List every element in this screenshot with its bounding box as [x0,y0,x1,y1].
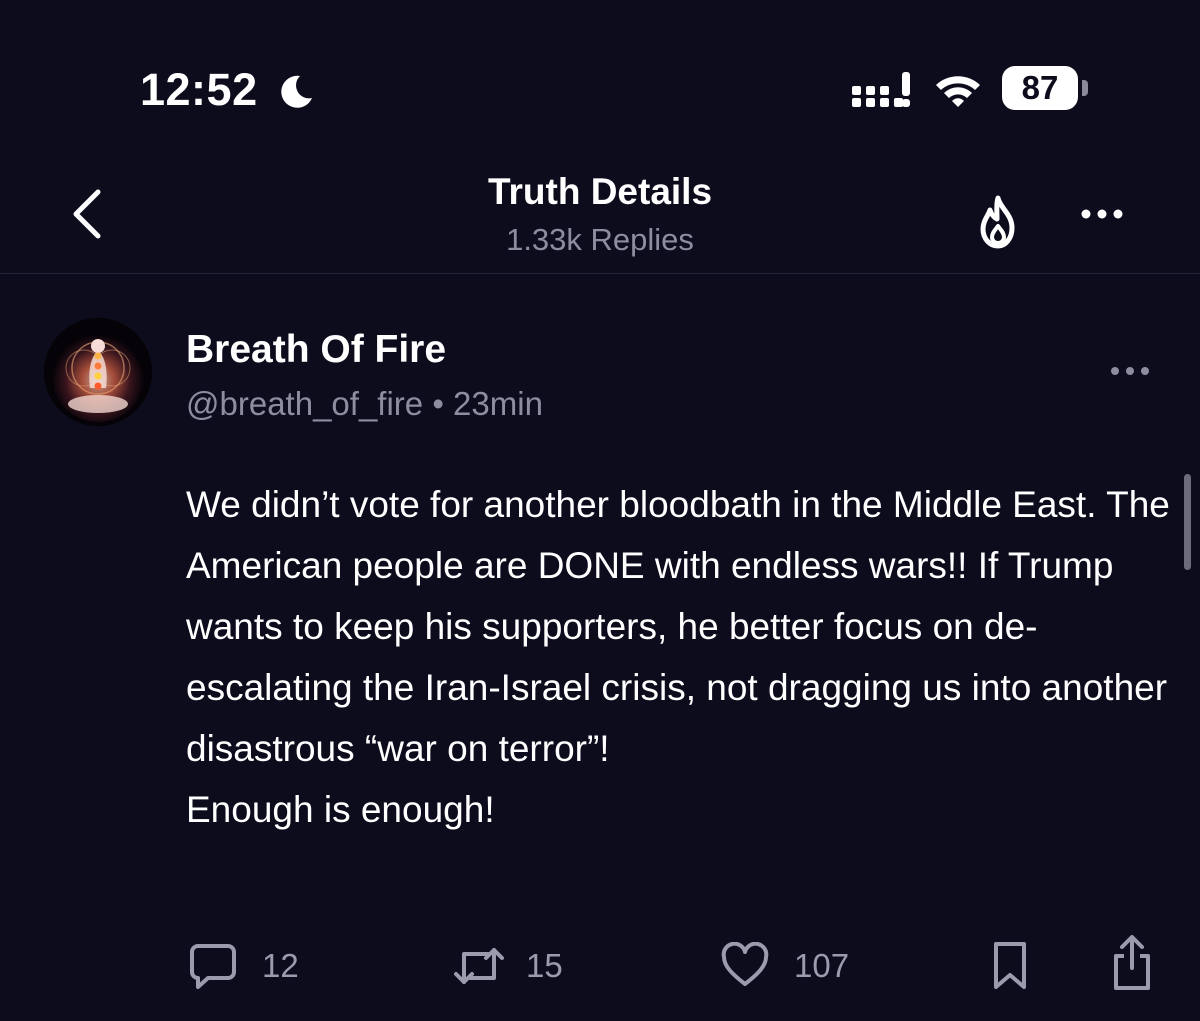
header-divider [0,273,1200,274]
like-button[interactable]: 107 [720,936,870,996]
wifi-icon [936,76,980,107]
nav-header: Truth Details 1.33k Replies [0,150,1200,274]
signal-icon [852,72,910,107]
meta-separator: • [432,385,444,422]
share-icon[interactable] [1110,934,1154,992]
post-text: We didn’t vote for another bloodbath in … [186,484,1170,769]
fire-icon[interactable] [970,194,1026,250]
avatar-image [44,318,152,426]
retruth-icon [454,948,504,984]
author-meta: @breath_of_fire • 23min [186,382,543,426]
truth-details-screen: 12:52 87 Truth Details 1.33k Replies Bre… [0,0,1200,1021]
moon-icon [281,75,312,108]
heart-icon [721,942,769,986]
reply-button[interactable]: 12 [188,936,318,996]
reply-icon [190,944,236,989]
avatar[interactable] [44,318,152,426]
reply-count: 12 [262,947,299,984]
status-bar: 12:52 87 [0,0,1200,130]
status-time: 12:52 [140,64,258,115]
retruth-button[interactable]: 15 [452,936,582,996]
scrollbar[interactable] [1184,474,1191,570]
author-name[interactable]: Breath Of Fire [186,326,446,374]
post-text: Enough is enough! [186,789,495,830]
post-more-icon[interactable] [1108,356,1152,386]
retruth-count: 15 [526,947,563,984]
bookmark-icon[interactable] [990,940,1030,992]
more-horizontal-icon[interactable] [1076,194,1132,234]
post-body: We didn’t vote for another bloodbath in … [186,474,1176,840]
battery-tip [1082,80,1088,96]
author-handle[interactable]: @breath_of_fire [186,385,423,422]
battery-icon: 87 [1002,66,1078,110]
post-time: 23min [453,385,543,422]
like-count: 107 [794,947,850,984]
